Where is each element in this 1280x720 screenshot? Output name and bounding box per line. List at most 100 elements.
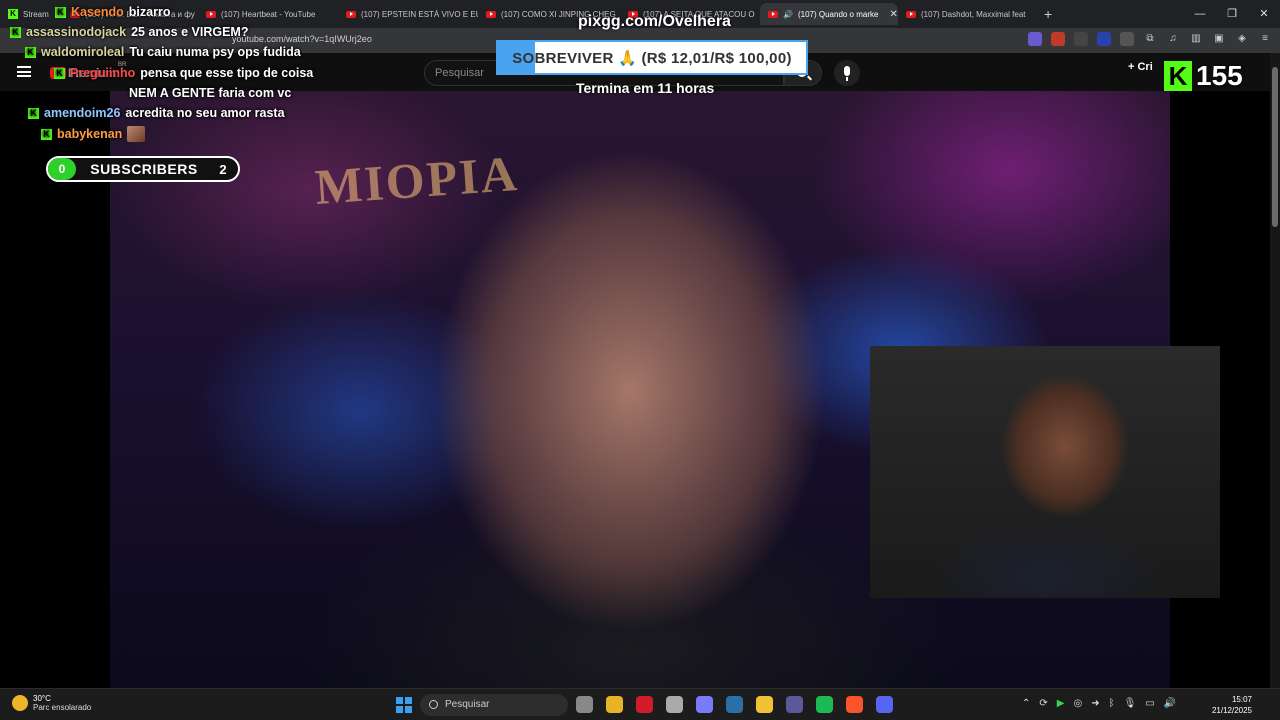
arrow-icon[interactable]: ➜ (1091, 698, 1099, 709)
search-icon (429, 700, 438, 709)
clock[interactable]: 15:07 21/12/2025 (1208, 694, 1252, 716)
network-icon[interactable]: ▭ (1145, 698, 1154, 709)
chat-text: NEM A GENTE faria com vc (129, 86, 292, 100)
kick-badge-icon: K (28, 107, 39, 119)
bluetooth-icon[interactable]: ᛒ (1109, 698, 1115, 709)
kick-icon: K (8, 9, 18, 19)
sync-icon[interactable]: ⟳ (1039, 698, 1047, 709)
donation-goal-bar: SOBREVIVER 🙏 (R$ 12,01/R$ 100,00) (496, 40, 808, 75)
kick-badge-icon: K (41, 128, 52, 140)
create-button[interactable]: + Cri (1128, 61, 1153, 73)
chat-message: K Kasendo bizarro (55, 5, 170, 19)
extension-icon[interactable] (1028, 32, 1042, 46)
chat-username: Preguiinho (70, 66, 136, 80)
app-icon[interactable] (696, 696, 713, 713)
discord-icon[interactable] (876, 696, 893, 713)
kick-badge-icon: K (10, 26, 21, 38)
menu-icon[interactable] (17, 66, 31, 77)
clock-date: 21/12/2025 (1211, 706, 1252, 715)
tab-label: (107) Dashdot, Maxximal feat (921, 9, 1026, 19)
spotify-icon[interactable] (816, 696, 833, 713)
chat-text: Tu caiu numa psy ops fudida (129, 45, 301, 59)
tab-epstein[interactable]: (107) EPSTEIN ESTÁ VIVO E EU (338, 3, 478, 25)
weather-sun-icon (12, 695, 28, 711)
chat-message: K amendoim26 acredita no seu amor rasta (28, 106, 285, 120)
weather-description: Parc ensolarado (33, 703, 92, 712)
background-sign: MIOPIA (313, 144, 521, 216)
tab-dashdot[interactable]: (107) Dashdot, Maxximal feat (898, 3, 1034, 25)
minimize-button[interactable]: — (1184, 0, 1216, 28)
goal-text: SOBREVIVER 🙏 (R$ 12,01/R$ 100,00) (512, 49, 792, 67)
window-controls: — ❐ ✕ (1184, 0, 1280, 28)
kick-badge-icon: K (54, 67, 65, 79)
url-field[interactable]: youtube.com/watch?v=1qIWUrj2eo (232, 34, 372, 44)
tray-app-icon[interactable]: ◎ (1073, 698, 1082, 709)
subscriber-label: SUBSCRIBERS (90, 161, 198, 177)
youtube-icon (206, 10, 216, 18)
tab-stream[interactable]: K Stream (0, 3, 62, 25)
chat-text: 25 anos e VIRGEM? (131, 25, 249, 39)
chat-text: acredita no seu amor rasta (125, 106, 285, 120)
donation-site: pixgg.com/Ovelhera (578, 13, 731, 30)
microphone-icon[interactable]: 🎙 (1124, 698, 1137, 709)
chat-username: assassinodojack (26, 25, 127, 39)
shield-icon[interactable]: ◈ (1235, 32, 1249, 46)
chrome-icon[interactable] (606, 696, 623, 713)
clock-time: 15:07 (1231, 695, 1252, 704)
extension-icon[interactable] (1074, 32, 1088, 46)
viewer-count: K 155 (1164, 60, 1243, 92)
system-tray: ⌃ ⟳ ▶ ◎ ➜ ᛒ 🎙 ▭ 🔊 (1022, 698, 1176, 709)
tab-active-video[interactable]: 🔊 (107) Quando o marke ✕ (760, 3, 898, 25)
task-view-icon[interactable] (576, 696, 593, 713)
tab-label: (107) EPSTEIN ESTÁ VIVO E EU (361, 9, 478, 19)
wallet-icon[interactable]: ▣ (1212, 32, 1226, 46)
extension-icon[interactable] (1120, 32, 1134, 46)
emote-image (127, 126, 146, 142)
goal-ends: Termina em 11 horas (576, 80, 715, 96)
tab-heartbeat[interactable]: (107) Heartbeat - YouTube (198, 3, 338, 25)
weather-temperature: 30°C (33, 694, 51, 703)
youtube-icon (486, 10, 496, 18)
steam-icon[interactable] (726, 696, 743, 713)
weather-widget[interactable]: 30°C Parc ensolarado (12, 694, 91, 712)
chat-username: babykenan (57, 127, 123, 141)
chevron-up-icon[interactable]: ⌃ (1022, 698, 1030, 709)
voice-search-icon[interactable] (834, 60, 860, 86)
volume-icon[interactable]: 🔊 (1164, 698, 1176, 709)
subscriber-goal-bar: 0 SUBSCRIBERS 2 (46, 156, 240, 182)
puzzle-icon[interactable]: ⧉ (1143, 32, 1157, 46)
close-window-button[interactable]: ✕ (1248, 0, 1280, 28)
chat-username: amendoim26 (44, 106, 121, 120)
chat-message: K waldomiroleal Tu caiu numa psy ops fud… (25, 45, 301, 59)
kick-badge-icon: K (25, 46, 36, 58)
extensions-toolbar: ⧉ ♫ ▥ ▣ ◈ ≡ (1028, 32, 1272, 46)
youtube-icon (346, 10, 356, 18)
chat-username: waldomiroleal (41, 45, 125, 59)
start-button[interactable] (396, 697, 412, 713)
chat-text: pensa que esse tipo de coisa (140, 66, 314, 80)
explorer-icon[interactable] (756, 696, 773, 713)
new-tab-button[interactable]: + (1044, 6, 1052, 22)
app-icon[interactable] (666, 696, 683, 713)
maximize-button[interactable]: ❐ (1216, 0, 1248, 28)
extension-icon[interactable] (1051, 32, 1065, 46)
youtube-icon (768, 10, 778, 18)
speaker-icon: 🔊 (783, 9, 793, 19)
play-icon[interactable]: ▶ (1057, 698, 1065, 709)
brave-icon[interactable] (846, 696, 863, 713)
streamer-webcam (870, 346, 1220, 598)
youtube-icon (906, 10, 916, 18)
app-icon[interactable] (786, 696, 803, 713)
extension-icon[interactable] (1097, 32, 1111, 46)
tab-label: (107) Heartbeat - YouTube (221, 9, 316, 19)
menu-icon[interactable]: ≡ (1258, 32, 1272, 46)
tab-label: Stream (23, 9, 49, 19)
chat-message: K assassinodojack 25 anos e VIRGEM? (10, 25, 248, 39)
close-tab-icon[interactable]: ✕ (889, 9, 897, 20)
sidebar-icon[interactable]: ▥ (1189, 32, 1203, 46)
taskbar-search[interactable]: Pesquisar (420, 694, 568, 716)
opera-icon[interactable] (636, 696, 653, 713)
scrollbar-thumb[interactable] (1272, 67, 1278, 227)
music-icon[interactable]: ♫ (1166, 32, 1180, 46)
page-scrollbar[interactable] (1270, 53, 1280, 688)
